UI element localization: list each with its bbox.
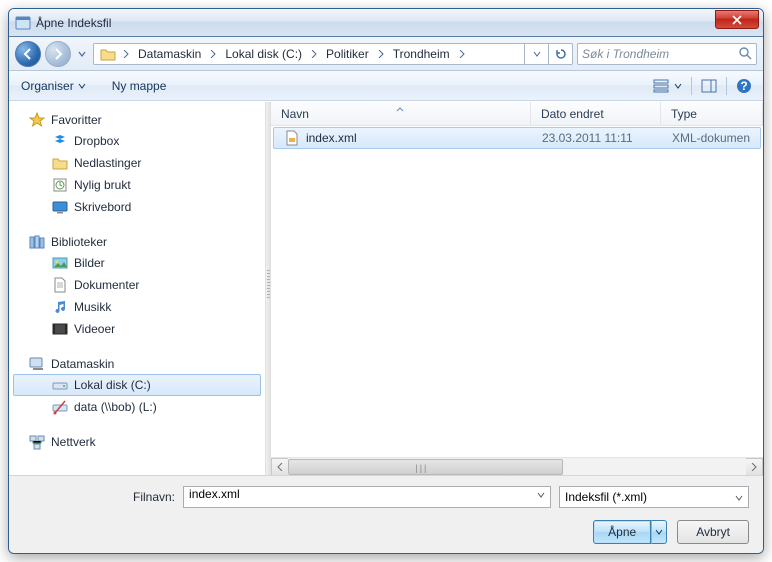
file-row[interactable]: index.xml 23.03.2011 11:11 XML-dokumen bbox=[273, 127, 761, 149]
navigation-pane: Favoritter Dropbox Nedlastinger Nylig br… bbox=[9, 102, 265, 475]
filetype-filter[interactable]: Indeksfil (*.xml) bbox=[559, 486, 749, 508]
nav-item-music[interactable]: Musikk bbox=[13, 296, 261, 318]
nav-item-documents[interactable]: Dokumenter bbox=[13, 274, 261, 296]
chevron-right-icon[interactable] bbox=[456, 44, 468, 64]
cancel-button[interactable]: Avbryt bbox=[677, 520, 749, 544]
nav-item-desktop[interactable]: Skrivebord bbox=[13, 196, 261, 218]
help-button[interactable]: ? bbox=[733, 75, 755, 97]
history-dropdown[interactable] bbox=[75, 44, 89, 64]
search-icon bbox=[739, 47, 752, 60]
forward-button[interactable] bbox=[45, 41, 71, 67]
address-bar[interactable]: Datamaskin Lokal disk (C:) Politiker Tro… bbox=[93, 43, 573, 65]
view-dropdown[interactable] bbox=[672, 75, 684, 97]
svg-text:?: ? bbox=[740, 79, 747, 93]
splitter[interactable] bbox=[265, 102, 271, 475]
column-type[interactable]: Type bbox=[661, 102, 763, 125]
folder-icon bbox=[100, 46, 116, 62]
breadcrumb-item[interactable]: Trondheim bbox=[387, 44, 456, 64]
nav-item-local-disk[interactable]: Lokal disk (C:) bbox=[13, 374, 261, 396]
column-date[interactable]: Dato endret bbox=[531, 102, 661, 125]
network-header[interactable]: Nettverk bbox=[9, 432, 265, 452]
breadcrumb-item[interactable]: Politiker bbox=[320, 44, 375, 64]
desktop-icon bbox=[52, 199, 68, 215]
open-file-dialog: Åpne Indeksfil Datamaskin Lokal disk (C:… bbox=[8, 8, 764, 554]
favorites-header[interactable]: Favoritter bbox=[9, 110, 265, 130]
address-dropdown[interactable] bbox=[524, 43, 548, 65]
breadcrumb-item[interactable]: Datamaskin bbox=[132, 44, 207, 64]
pictures-icon bbox=[52, 255, 68, 271]
view-icon bbox=[650, 75, 672, 97]
chevron-right-icon[interactable] bbox=[207, 44, 219, 64]
star-icon bbox=[29, 112, 45, 128]
window-title: Åpne Indeksfil bbox=[36, 16, 111, 30]
column-headers: Navn Dato endret Type bbox=[271, 102, 763, 126]
search-input[interactable]: Søk i Trondheim bbox=[577, 43, 757, 65]
libraries-icon bbox=[29, 234, 45, 250]
network-icon bbox=[29, 434, 45, 450]
nav-item-videos[interactable]: Videoer bbox=[13, 318, 261, 340]
file-list-pane: Navn Dato endret Type index.xml 23.03.20… bbox=[271, 102, 763, 475]
nav-item-pictures[interactable]: Bilder bbox=[13, 252, 261, 274]
close-button[interactable] bbox=[715, 10, 759, 29]
command-bar: Organiser Ny mappe ? bbox=[9, 71, 763, 101]
bottom-bar: Filnavn: index.xml Indeksfil (*.xml) Åpn… bbox=[9, 475, 763, 553]
network-drive-icon bbox=[52, 399, 68, 415]
document-icon bbox=[52, 277, 68, 293]
filename-input[interactable]: index.xml bbox=[183, 486, 551, 508]
open-split-button[interactable]: Åpne bbox=[593, 520, 667, 544]
computer-header[interactable]: Datamaskin bbox=[9, 354, 265, 374]
column-name[interactable]: Navn bbox=[271, 102, 531, 125]
chevron-right-icon[interactable] bbox=[308, 44, 320, 64]
music-icon bbox=[52, 299, 68, 315]
view-mode-button[interactable] bbox=[649, 74, 685, 98]
file-name: index.xml bbox=[306, 131, 357, 145]
chevron-right-icon[interactable] bbox=[375, 44, 387, 64]
nav-item-downloads[interactable]: Nedlastinger bbox=[13, 152, 261, 174]
xml-file-icon bbox=[284, 130, 300, 146]
refresh-button[interactable] bbox=[548, 43, 572, 65]
open-button[interactable]: Åpne bbox=[593, 520, 651, 544]
organize-menu[interactable]: Organiser bbox=[17, 77, 90, 95]
back-button[interactable] bbox=[15, 41, 41, 67]
recent-icon bbox=[52, 177, 68, 193]
scroll-right-arrow[interactable] bbox=[746, 458, 763, 476]
file-type: XML-dokumen bbox=[662, 131, 760, 145]
dropbox-icon bbox=[52, 133, 68, 149]
folder-icon bbox=[52, 155, 68, 171]
open-dropdown[interactable] bbox=[651, 520, 667, 544]
chevron-right-icon[interactable] bbox=[120, 44, 132, 64]
chevron-down-icon bbox=[735, 490, 743, 504]
sort-asc-icon bbox=[396, 101, 404, 115]
new-folder-button[interactable]: Ny mappe bbox=[108, 77, 171, 95]
scroll-thumb[interactable]: ||| bbox=[288, 459, 563, 475]
nav-item-network-drive[interactable]: data (\\bob) (L:) bbox=[13, 396, 261, 418]
libraries-header[interactable]: Biblioteker bbox=[9, 232, 265, 252]
preview-pane-button[interactable] bbox=[698, 75, 720, 97]
titlebar: Åpne Indeksfil bbox=[9, 9, 763, 37]
filename-dropdown[interactable] bbox=[537, 487, 545, 501]
computer-icon bbox=[29, 356, 45, 372]
horizontal-scrollbar[interactable]: ||| bbox=[271, 457, 763, 475]
navigation-bar: Datamaskin Lokal disk (C:) Politiker Tro… bbox=[9, 37, 763, 71]
app-icon bbox=[15, 15, 31, 31]
nav-item-recent[interactable]: Nylig brukt bbox=[13, 174, 261, 196]
scroll-left-arrow[interactable] bbox=[271, 458, 288, 476]
filename-label: Filnavn: bbox=[133, 490, 175, 504]
video-icon bbox=[52, 321, 68, 337]
breadcrumb-item[interactable]: Lokal disk (C:) bbox=[219, 44, 308, 64]
drive-icon bbox=[52, 377, 68, 393]
nav-item-dropbox[interactable]: Dropbox bbox=[13, 130, 261, 152]
file-date: 23.03.2011 11:11 bbox=[532, 131, 662, 145]
search-placeholder: Søk i Trondheim bbox=[582, 47, 669, 61]
